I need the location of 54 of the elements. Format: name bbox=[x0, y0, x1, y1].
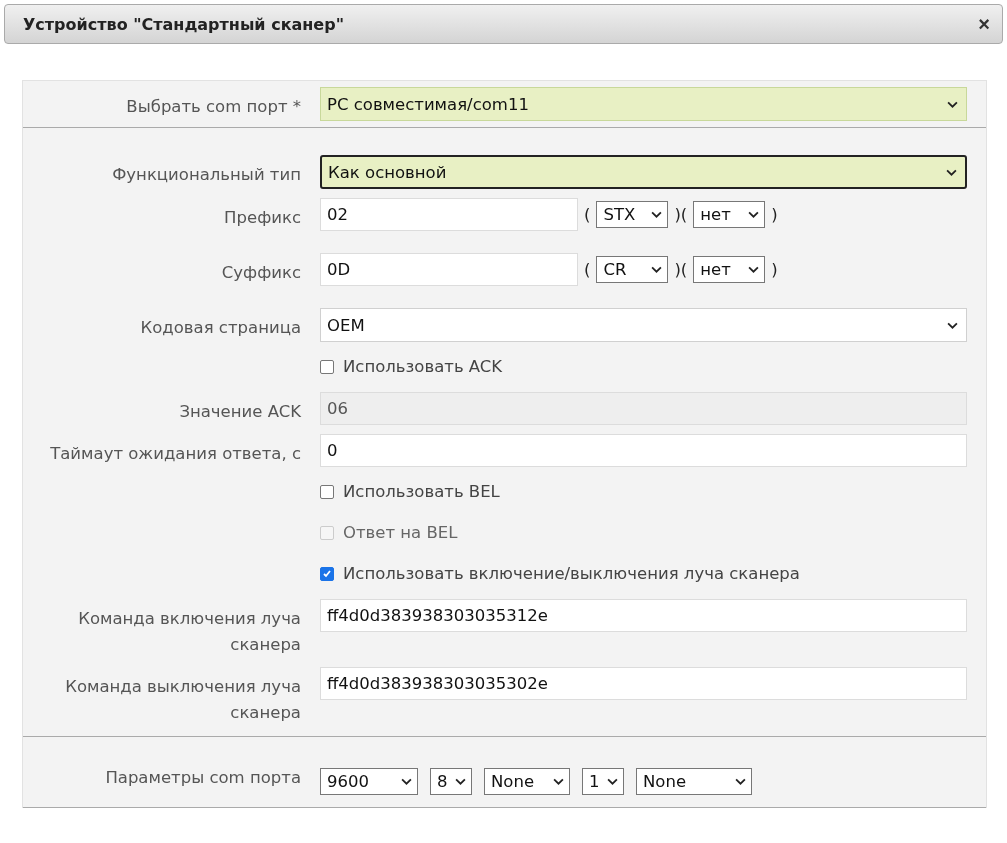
field-label: Параметры com порта bbox=[105, 768, 301, 787]
dropdown[interactable]: OEM bbox=[320, 308, 967, 342]
dropdown[interactable]: 1 bbox=[582, 768, 624, 795]
dropdown[interactable]: STX bbox=[596, 201, 669, 228]
input-field[interactable]: 0D bbox=[320, 253, 578, 286]
chevron-down-icon bbox=[947, 321, 958, 329]
chevron-down-icon bbox=[553, 778, 564, 785]
input-field[interactable]: ff4d0d383938303035312e bbox=[320, 599, 967, 632]
input-field[interactable]: 0 bbox=[320, 434, 967, 467]
field-label: Выбрать com порт * bbox=[126, 97, 301, 116]
field-label: Значение ACK bbox=[179, 402, 301, 421]
dialog-title: Устройство "Стандартный сканер" bbox=[23, 14, 344, 34]
field-label: Таймаут ожидания ответа, с bbox=[50, 444, 301, 463]
checkbox-label: Использовать ACK bbox=[343, 357, 503, 377]
input-field[interactable]: ff4d0d383938303035302e bbox=[320, 667, 967, 700]
checkbox-label: Ответ на BEL bbox=[343, 523, 458, 543]
dropdown[interactable]: нет bbox=[693, 201, 766, 228]
field-label: Функциональный тип bbox=[112, 165, 301, 184]
dropdown[interactable]: PC совместимая/com11 bbox=[320, 87, 967, 121]
field-label: Суффикс bbox=[221, 263, 301, 282]
chevron-down-icon bbox=[401, 778, 412, 785]
parenthesis: )( bbox=[674, 205, 688, 224]
parenthesis: )( bbox=[674, 260, 688, 279]
dropdown[interactable]: Как основной bbox=[320, 155, 967, 189]
checkbox[interactable] bbox=[320, 360, 334, 374]
parenthesis: ( bbox=[584, 260, 591, 279]
dropdown[interactable]: CR bbox=[596, 256, 669, 283]
chevron-down-icon bbox=[455, 778, 466, 785]
checkbox-label: Использовать включение/выключения луча сканера bbox=[343, 564, 800, 584]
parenthesis: ) bbox=[771, 205, 778, 224]
dropdown[interactable]: нет bbox=[693, 256, 766, 283]
field-label: Префикс bbox=[224, 208, 301, 227]
parenthesis: ) bbox=[771, 260, 778, 279]
checkbox[interactable] bbox=[320, 567, 334, 581]
chevron-down-icon bbox=[735, 778, 746, 785]
chevron-down-icon bbox=[651, 266, 663, 273]
field-label: Кодовая страница bbox=[140, 318, 301, 337]
chevron-down-icon bbox=[651, 211, 663, 218]
chevron-down-icon bbox=[946, 168, 957, 176]
checkbox[interactable] bbox=[320, 485, 334, 499]
parenthesis: ( bbox=[584, 205, 591, 224]
field-label: Команда включения луча сканера bbox=[78, 609, 301, 654]
dropdown[interactable]: 9600 bbox=[320, 768, 418, 795]
chevron-down-icon bbox=[748, 266, 760, 273]
checkbox-label: Использовать BEL bbox=[343, 482, 500, 502]
chevron-down-icon bbox=[748, 211, 760, 218]
chevron-down-icon bbox=[607, 778, 618, 785]
input-field[interactable]: 02 bbox=[320, 198, 578, 231]
dropdown[interactable]: 8 bbox=[430, 768, 472, 795]
field-label: Команда выключения луча сканера bbox=[65, 677, 301, 722]
chevron-down-icon bbox=[947, 100, 958, 108]
dropdown[interactable]: None bbox=[484, 768, 570, 795]
close-button[interactable]: × bbox=[978, 14, 990, 34]
dropdown[interactable]: None bbox=[636, 768, 752, 795]
